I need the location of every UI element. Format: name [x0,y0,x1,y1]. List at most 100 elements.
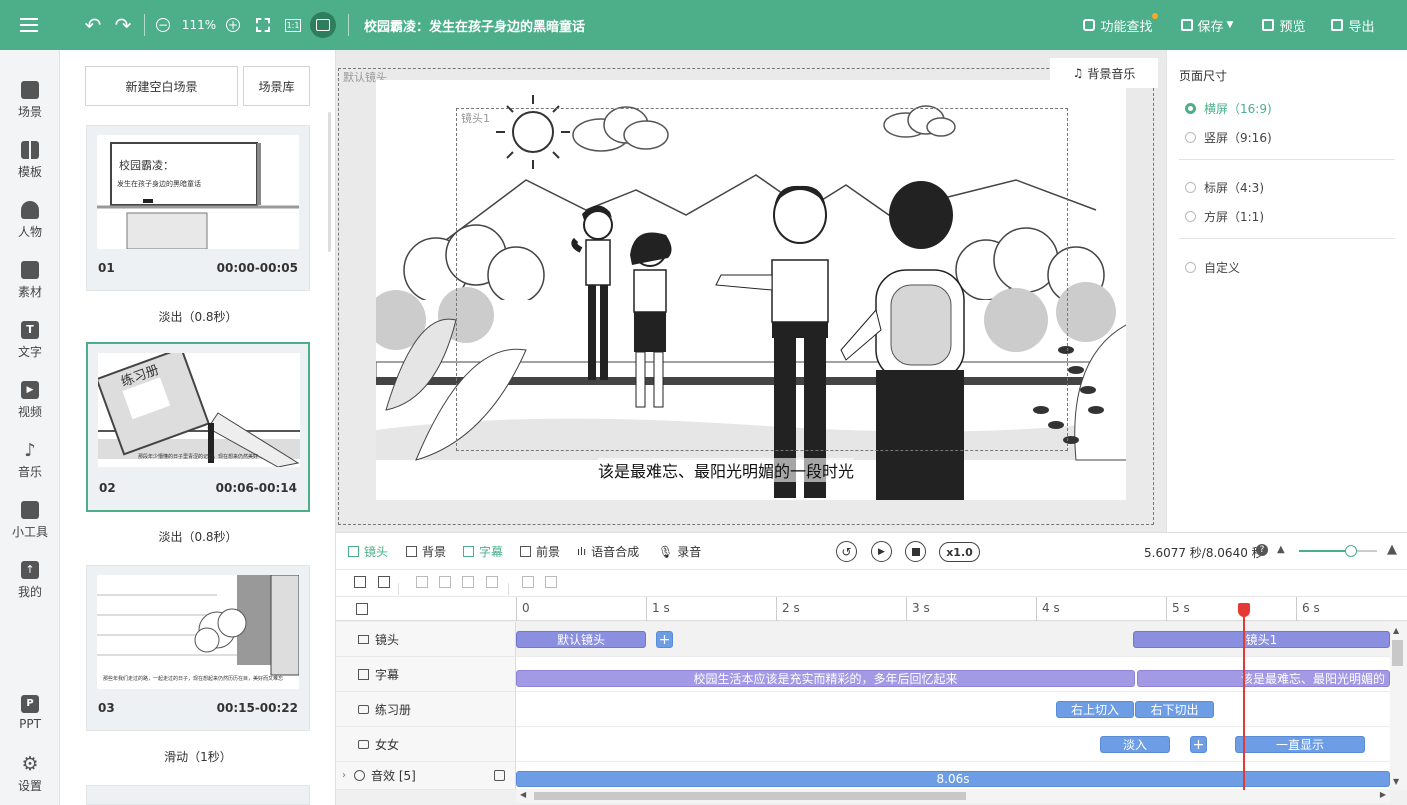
nav-material[interactable]: 素材 [0,252,60,308]
track-label: 女女 [375,737,400,752]
add-lens-button[interactable]: + [656,631,673,648]
fullscreen-button[interactable] [253,0,273,50]
timeline-horizontal-scrollbar[interactable]: ◀ ▶ [516,789,1390,803]
tab-foreground[interactable]: 前景 [520,543,560,560]
option-portrait[interactable]: 竖屏（9:16) [1185,129,1272,146]
nav-ppt[interactable]: P PPT [0,685,60,741]
scene-card[interactable] [86,785,310,805]
option-standard[interactable]: 标屏（4:3) [1185,179,1264,196]
nav-mine[interactable]: ↑ 我的 [0,552,60,608]
new-blank-scene-button[interactable]: 新建空白场景 [85,66,238,106]
clip-sfx[interactable]: 8.06s [516,771,1390,787]
scene-thumbnail: 校园霸凌： 发生在孩子身边的黑暗童话 [97,135,299,249]
filter-icon[interactable] [354,576,366,588]
scene-transition[interactable]: 淡出（0.8秒） [86,308,310,325]
feature-search-button[interactable]: 功能查找 [1080,0,1158,50]
copy-icon[interactable] [522,576,534,588]
track-girl[interactable]: 女女 [336,727,516,762]
clip-exit-bottom-right[interactable]: 右下切出 [1135,701,1214,718]
stage[interactable]: 镜头1 该是最难忘、最阳光明媚的一段时光 [376,80,1126,500]
zoom-in-button[interactable]: + [223,0,243,50]
option-custom[interactable]: 自定义 [1185,259,1240,276]
zoom-in-timeline-icon[interactable]: ▲ [1387,542,1397,557]
chevron-right-icon: › [342,770,346,781]
track-subtitle[interactable]: 字幕 [336,657,516,692]
distribute-icon[interactable] [486,576,498,588]
ppt-icon: P [21,695,39,713]
align-center-icon[interactable] [439,576,451,588]
track-row-workbook: 右上切入 右下切出 [516,692,1390,727]
save-button[interactable]: 保存 ▼ [1176,0,1238,50]
stop-button[interactable] [905,541,926,562]
radio-unchecked [1185,262,1196,273]
tab-lens[interactable]: 镜头 [348,543,388,560]
track-lens[interactable]: 镜头 [336,622,516,657]
nav-scene[interactable]: 场景 [0,72,60,128]
add-animation-button[interactable]: + [1190,736,1207,753]
align-left-icon[interactable] [416,576,428,588]
undo-button[interactable]: ↶ [82,0,104,50]
clip-fade-in[interactable]: 淡入 [1100,736,1170,753]
track-settings-icon[interactable] [356,603,368,615]
import-icon[interactable] [494,770,505,781]
help-icon[interactable]: ? [1256,544,1268,556]
clip-lens1[interactable]: 镜头1 [1133,631,1390,648]
thumb-text: 校园霸凌： [119,159,174,172]
option-square[interactable]: 方屏（1:1) [1185,208,1264,225]
timeline-zoom-slider[interactable] [1299,545,1377,557]
zoom-out-timeline-icon[interactable]: ▲ [1277,544,1285,555]
clip-default-lens[interactable]: 默认镜头 [516,631,646,648]
clip-subtitle-2[interactable]: 该是最难忘、最阳光明媚的 [1137,670,1390,687]
track-sfx[interactable]: › 音效 [5] [336,762,516,790]
scene-card[interactable]: 那些年我们走过的路，一起走过的日子，现在想起来仍然历历在目，美好而又难忘 03 … [86,565,310,731]
track-label: 练习册 [375,702,412,717]
scene-panel-scrollbar[interactable] [328,112,331,252]
lens1-frame[interactable] [456,108,1068,451]
scene-library-button[interactable]: 场景库 [243,66,310,106]
redo-button[interactable]: ↷ [112,0,134,50]
actual-size-button[interactable]: 1:1 [283,0,303,50]
scene-transition[interactable]: 滑动（1秒） [86,748,310,765]
group-icon[interactable] [378,576,390,588]
project-title[interactable]: 校园霸凌：发生在孩子身边的黑暗童话 [364,0,585,50]
clip-enter-top-right[interactable]: 右上切入 [1056,701,1134,718]
ruler-tick: 5 s [1172,601,1190,615]
playhead-handle[interactable] [1238,603,1250,617]
scene-transition[interactable]: 淡出（0.8秒） [86,528,310,545]
track-workbook[interactable]: 练习册 [336,692,516,727]
nav-music[interactable]: ♪ 音乐 [0,432,60,488]
play-button[interactable]: ▶ [871,541,892,562]
menu-button[interactable] [0,0,58,50]
nav-template[interactable]: 模板 [0,132,60,188]
nav-text[interactable]: T 文字 [0,312,60,368]
option-landscape[interactable]: 横屏（16:9) [1185,100,1272,117]
clip-subtitle-1[interactable]: 校园生活本应该是充实而精彩的，多年后回忆起来 [516,670,1135,687]
waveform-icon: ılı [577,545,587,558]
save-label: 保存 [1197,19,1224,35]
clip-always-show[interactable]: 一直显示 [1235,736,1365,753]
timeline-vertical-scrollbar[interactable]: ▲ ▼ [1390,622,1407,790]
scene-card-selected[interactable]: 练习册 那段年少懵懂的日子里青涩的记忆，现在想来仍然美好 02 00:06-00… [86,342,310,512]
speed-button[interactable]: x1.0 [939,542,980,562]
tab-record[interactable]: 🎙 录音 [658,543,701,560]
scene-card[interactable]: 校园霸凌： 发生在孩子身边的黑暗童话 01 00:00-00:05 [86,125,310,291]
nav-tools[interactable]: 小工具 [0,492,60,548]
playhead[interactable] [1243,604,1245,790]
zoom-out-button[interactable]: − [153,0,173,50]
subtitle-mode-button[interactable] [310,0,336,50]
ruler-tick: 6 s [1302,601,1320,615]
music-note-icon: ♫ [1072,66,1084,80]
split-icon[interactable] [545,576,557,588]
align-right-icon[interactable] [462,576,474,588]
nav-character[interactable]: 人物 [0,192,60,248]
nav-settings[interactable]: ⚙ 设置 [0,745,60,801]
export-button[interactable]: 导出 [1328,0,1378,50]
tab-tts[interactable]: ılı 语音合成 [577,543,639,560]
preview-button[interactable]: 预览 [1259,0,1309,50]
nav-label: 设置 [17,778,42,793]
tab-subtitle[interactable]: 字幕 [463,543,503,560]
nav-video[interactable]: ▶ 视频 [0,372,60,428]
canvas-subtitle[interactable]: 该是最难忘、最阳光明媚的一段时光 [598,458,855,482]
tab-background[interactable]: 背景 [406,543,446,560]
replay-button[interactable]: ↺ [836,541,857,562]
